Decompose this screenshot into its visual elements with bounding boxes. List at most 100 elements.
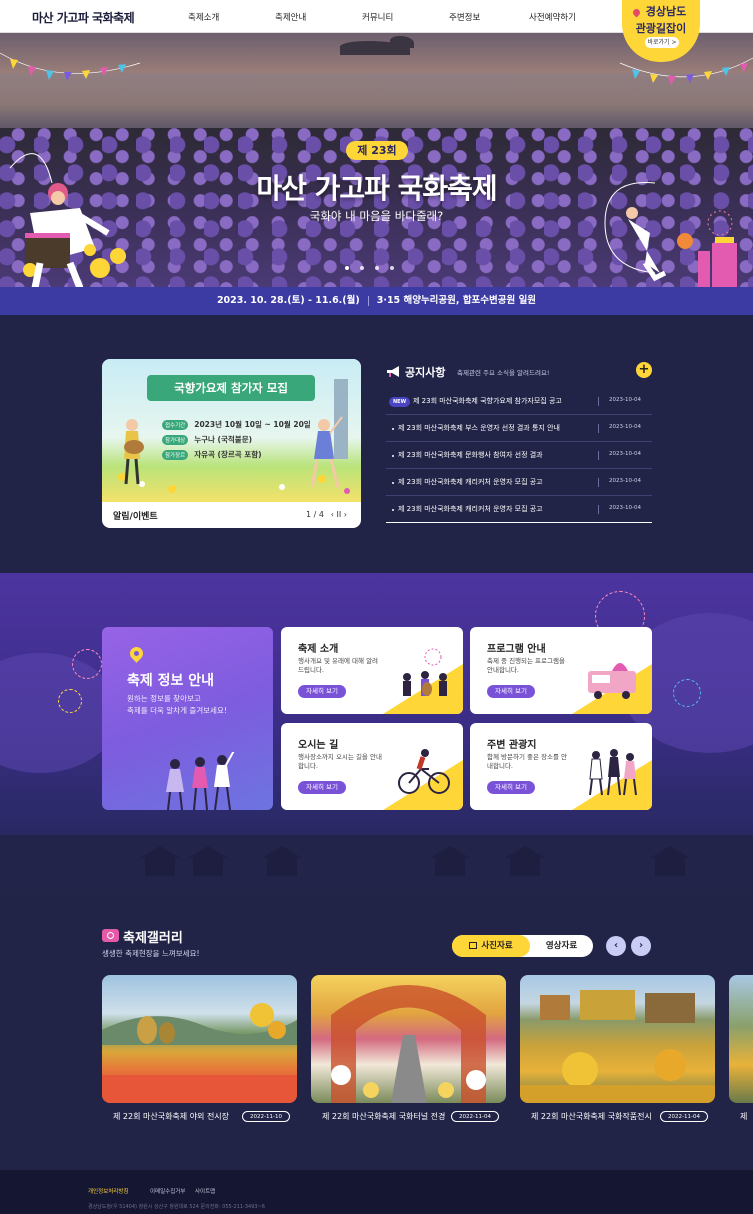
site-logo[interactable]: 마산 가고파 국화축제: [32, 9, 135, 26]
divider: [367, 295, 369, 306]
nav-festival-guide[interactable]: 축제안내: [275, 11, 306, 23]
bullet-icon: [392, 455, 394, 457]
event-info: 접수기간 2023년 10월 10일 ~ 10월 20일 참가대상 누구나 (국적불…: [162, 419, 312, 464]
nav-community[interactable]: 커뮤니티: [362, 11, 393, 23]
notice-item[interactable]: 제 23회 마산국화축제 문화행사 참여자 선정 결과 2023-10-04: [386, 442, 652, 469]
badge-go-button[interactable]: 바로가기 >: [645, 37, 679, 48]
footer-address: 경상남도청(우 51404) 창원시 성산구 창원대로 524 문의전화: 05…: [88, 1204, 265, 1210]
gallery-prev-button[interactable]: ‹: [606, 936, 626, 956]
drummer-illustration: [9, 153, 126, 287]
notice-item[interactable]: 제 23회 마산국화축제 캐리커처 운영자 모집 공고 2023-10-04: [386, 496, 652, 523]
info-card-desc: 행사개요 및 유래에 대해 알려드립니다.: [298, 657, 379, 674]
new-badge: NEW: [389, 397, 411, 407]
gallery-image: [102, 975, 297, 1103]
gallery-image: [311, 975, 506, 1103]
pavilion-shape: [140, 846, 180, 876]
notice-list: NEW 제 23회 마산국화축제 국향가요제 참가자모집 공고 2023-10-…: [386, 388, 652, 523]
info-card-festival-intro[interactable]: 축제 소개 행사개요 및 유래에 대해 알려드립니다. 자세히 보기: [281, 627, 463, 714]
nav-festival-intro[interactable]: 축제소개: [188, 11, 219, 23]
photo-icon: [469, 942, 478, 949]
nav-reservation[interactable]: 사전예약하기: [529, 11, 576, 23]
detail-button[interactable]: 자세히 보기: [487, 781, 535, 794]
info-card-title: 프로그램 안내: [487, 644, 546, 655]
notice-item[interactable]: 제 23회 마산국화축제 캐리커처 운영자 모집 공고 2023-10-04: [386, 469, 652, 496]
gallery-image: [729, 975, 753, 1103]
site-footer: 개인정보처리방침 이메일수집거부 사이트맵 경상남도청(우 51404) 창원시…: [0, 1170, 753, 1214]
gallery-item[interactable]: 제 22회 마산국화축제 국화작품전시 2022-11-04: [520, 975, 715, 1127]
camera-icon: [102, 929, 119, 942]
musicians-illustration: [403, 648, 447, 696]
notice-item[interactable]: 제 23회 마산국화축제 부스 운영자 선정 결과 통지 안내 2023-10-…: [386, 415, 652, 442]
cyclist-illustration: [398, 749, 450, 794]
notice-item-title[interactable]: 제 23회 마산국화축제 캐리커처 운영자 모집 공고: [398, 504, 543, 514]
info-card-nearby[interactable]: 주변 관광지 함께 방문하기 좋은 장소를 안내합니다. 자세히 보기: [470, 723, 652, 810]
bullet-icon: [392, 482, 394, 484]
notice-item-title[interactable]: 제 23회 마산국화축제 국향가요제 참가자모집 공고: [413, 396, 562, 406]
event-footer: 알림/이벤트 1 / 4 ‹ II ›: [102, 502, 361, 528]
tab-photo[interactable]: 사진자료: [452, 935, 530, 957]
edition-badge: 제 23회: [346, 141, 408, 160]
notice-item-title[interactable]: 제 23회 마산국화축제 문화행사 참여자 선정 결과: [398, 450, 543, 460]
gallery-photo-scene: [331, 985, 486, 1103]
gallery-photo-scene: [520, 990, 715, 1103]
divider: [598, 424, 599, 433]
footer-link-sitemap[interactable]: 사이트맵: [195, 1187, 215, 1195]
firework-decoration: [58, 689, 82, 713]
event-card[interactable]: 국향가요제 참가자 모집 접수기간 2023년 10월 10일 ~ 10월 20일…: [102, 359, 361, 528]
event-info-value: 자유곡 (장르곡 포함): [194, 450, 262, 459]
pagination-dot[interactable]: [375, 266, 379, 270]
gallery-date: 2022-11-04: [660, 1111, 708, 1122]
festival-venue: 3·15 해양누리공원, 합포수변공원 일원: [376, 295, 537, 306]
travelers-illustration: [589, 749, 637, 796]
gallery-date: 2022-11-10: [242, 1111, 290, 1122]
event-info-value: 2023년 10월 10일 ~ 10월 20일: [194, 420, 311, 429]
detail-button[interactable]: 자세히 보기: [298, 781, 346, 794]
info-main-desc-line: 원하는 정보를 찾아보고: [127, 694, 201, 703]
info-main-card: 축제 정보 안내 원하는 정보를 찾아보고 축제를 더욱 알차게 즐겨보세요!: [102, 627, 273, 810]
food-truck-illustration: [588, 663, 636, 699]
event-info-tag: 접수기간: [162, 420, 189, 430]
gallery-image: [520, 975, 715, 1103]
footer-link-email-refusal[interactable]: 이메일수집거부: [150, 1187, 185, 1195]
people-illustration: [166, 752, 235, 810]
footer-link-privacy[interactable]: 개인정보처리방침: [88, 1187, 128, 1195]
pagination-dot[interactable]: [360, 266, 364, 270]
event-pager: 1 / 4: [306, 510, 324, 519]
notice-item-title[interactable]: 제 23회 마산국화축제 캐리커처 운영자 모집 공고: [398, 477, 543, 487]
megaphone-icon: [387, 366, 399, 377]
detail-button[interactable]: 자세히 보기: [487, 685, 535, 698]
pagination-dot[interactable]: [390, 266, 394, 270]
pavilion-silhouette: [0, 835, 753, 890]
location-pin-icon: [127, 644, 146, 663]
notice-item[interactable]: NEW 제 23회 마산국화축제 국향가요제 참가자모집 공고 2023-10-…: [386, 388, 652, 415]
notice-title: 공지사항: [405, 366, 446, 379]
notice-item-date: 2023-10-04: [609, 451, 641, 457]
info-card-directions[interactable]: 오시는 길 행사장소까지 오시는 길을 안내합니다. 자세히 보기: [281, 723, 463, 810]
tab-video[interactable]: 영상자료: [530, 935, 593, 957]
hero-banner: 제 23회 마산 가고파 국화축제 국화야 내 마음을 바다줄래?: [0, 33, 753, 287]
badge-line2: 관광길잡이: [635, 22, 687, 35]
gallery-item[interactable]: 제 22회 마산국화축제 야외 전시장 2022-11-10: [102, 975, 297, 1127]
notice-item-date: 2023-10-04: [609, 424, 641, 430]
gallery-desc: 생생한 축제현장을 느껴보세요!: [102, 949, 200, 958]
detail-button[interactable]: 자세히 보기: [298, 685, 346, 698]
gallery-next-button[interactable]: ›: [631, 936, 651, 956]
gallery-title: 축제갤러리: [123, 931, 183, 946]
festival-dates: 2023. 10. 28.(토) - 11.6.(월): [216, 295, 360, 306]
firework-decoration: [673, 679, 701, 707]
event-info-row: 참가장르 자유곡 (장르곡 포함): [162, 449, 312, 462]
gallery-caption: 제: [740, 1112, 748, 1121]
notice-item-title[interactable]: 제 23회 마산국화축제 부스 운영자 선정 결과 통지 안내: [398, 423, 560, 433]
info-card-program[interactable]: 프로그램 안내 축제 중 진행되는 프로그램을 안내합니다. 자세히 보기: [470, 627, 652, 714]
notice-more-button[interactable]: +: [636, 362, 652, 378]
nav-nearby-info[interactable]: 주변정보: [449, 11, 480, 23]
pavilion-shape: [188, 846, 228, 876]
event-slide-controls[interactable]: ‹ II ›: [331, 510, 347, 519]
gallery-item[interactable]: 제: [729, 975, 753, 1127]
gallery-caption: 제 22회 마산국화축제 야외 전시장: [113, 1112, 230, 1121]
gallery-item[interactable]: 제 22회 마산국화축제 국화터널 전경 2022-11-04: [311, 975, 506, 1127]
pagination-dot[interactable]: [345, 266, 349, 270]
divider: [598, 451, 599, 460]
info-main-desc-line: 축제를 더욱 알차게 즐겨보세요!: [127, 706, 227, 715]
firework-decoration: [72, 649, 102, 679]
